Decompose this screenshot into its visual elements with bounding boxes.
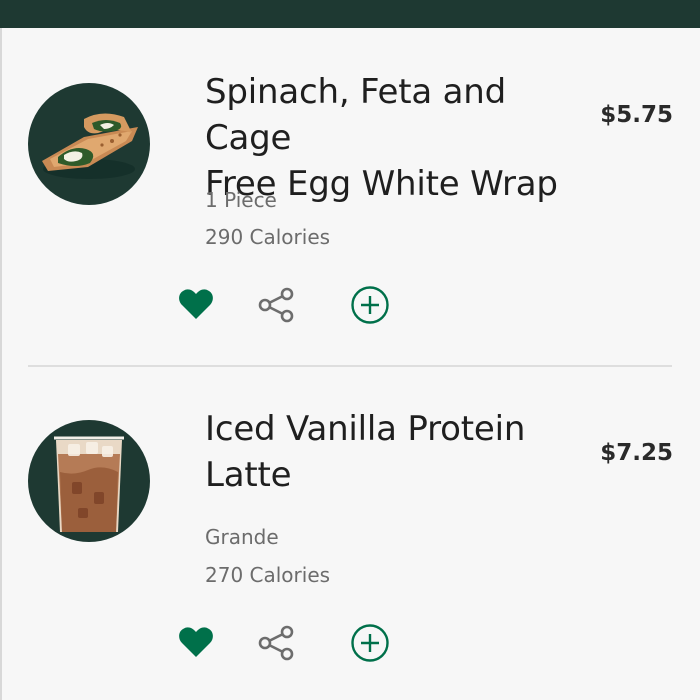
wrap-image[interactable] — [28, 83, 150, 205]
latte-illustration — [54, 436, 124, 532]
item-size: Grande — [205, 525, 279, 549]
item-price: $7.25 — [600, 440, 673, 466]
latte-image[interactable] — [28, 420, 150, 542]
item-title-line: Spinach, Feta and Cage — [205, 72, 507, 158]
heart-icon[interactable] — [176, 623, 216, 663]
item-title-line: Latte — [205, 455, 292, 495]
menu-item-card[interactable]: Iced Vanilla Protein Latte $7.25 Grande … — [0, 366, 700, 700]
item-actions — [176, 623, 396, 663]
item-title[interactable]: Iced Vanilla Protein Latte — [205, 406, 600, 498]
item-size: 1 Piece — [205, 188, 277, 212]
item-title[interactable]: Spinach, Feta and Cage Free Egg White Wr… — [205, 69, 600, 207]
item-calories: 270 Calories — [205, 563, 331, 587]
wrap-illustration — [42, 113, 138, 179]
add-circle-icon[interactable] — [350, 623, 390, 663]
item-price: $5.75 — [600, 102, 673, 128]
share-icon[interactable] — [256, 285, 296, 325]
menu-item-card[interactable]: Spinach, Feta and Cage Free Egg White Wr… — [0, 28, 700, 366]
heart-icon[interactable] — [176, 285, 216, 325]
item-actions — [176, 285, 396, 325]
top-status-bar — [0, 0, 700, 28]
item-title-line: Iced Vanilla Protein — [205, 409, 526, 449]
share-icon[interactable] — [256, 623, 296, 663]
item-calories: 290 Calories — [205, 225, 331, 249]
add-circle-icon[interactable] — [350, 285, 390, 325]
